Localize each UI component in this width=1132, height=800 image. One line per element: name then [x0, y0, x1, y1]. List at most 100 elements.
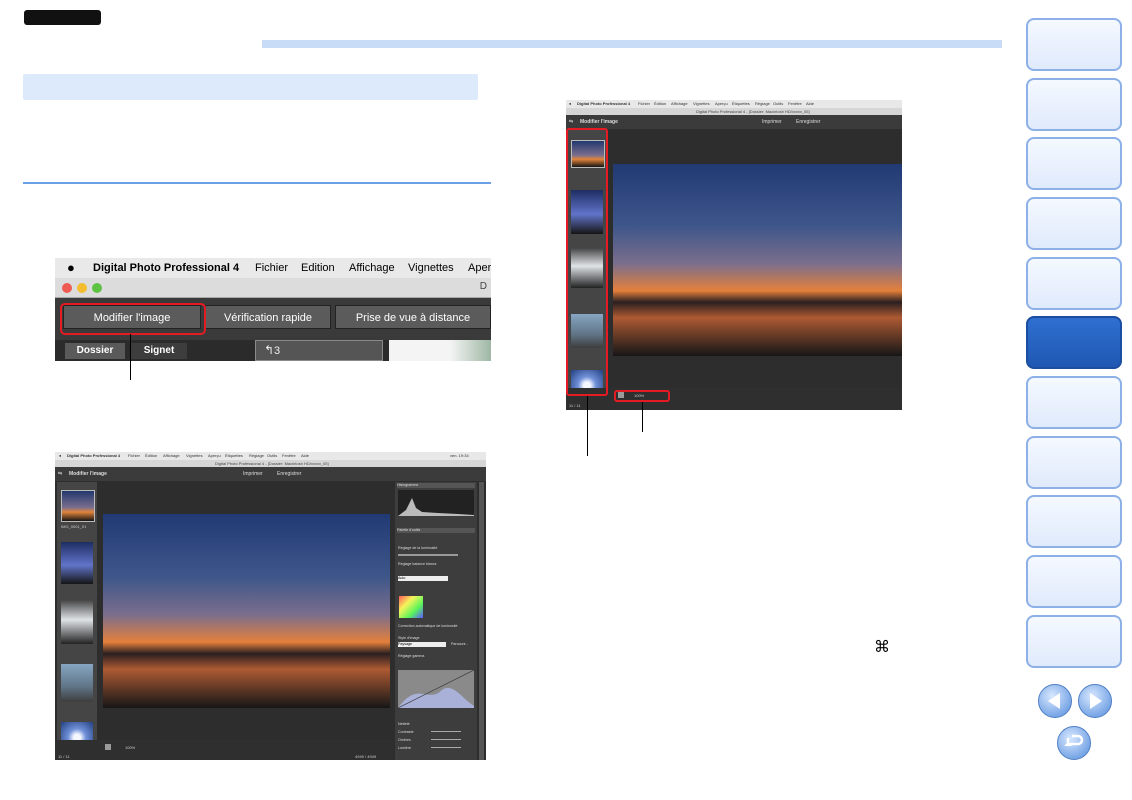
menu-apercu[interactable]: Aper — [468, 262, 491, 274]
tone-curve — [397, 669, 475, 709]
previous-page-button[interactable] — [1038, 684, 1072, 718]
zoom-window-icon[interactable] — [92, 283, 102, 293]
menu-etiquettes-large[interactable]: Étiquettes — [732, 101, 750, 106]
menu-edition-large[interactable]: Édition — [654, 101, 666, 106]
palette-scrollbar[interactable] — [479, 482, 484, 760]
swap-icon-large[interactable]: ⇆ — [569, 119, 573, 125]
tab-bookmark[interactable]: Signet — [131, 343, 187, 359]
command-key-symbol: ⌘ — [874, 639, 890, 656]
menu-app-name-large[interactable]: Digital Photo Professional 4 — [577, 101, 630, 106]
menu-fichier-large[interactable]: Fichier — [638, 101, 650, 106]
menu-app-name-small[interactable]: Digital Photo Professional 4 — [67, 453, 120, 458]
highlight-zoom-controls — [614, 390, 670, 402]
window-title-bar-small: Digital Photo Professional 4 - [Dossier:… — [55, 460, 486, 467]
contrast-slider[interactable] — [431, 731, 461, 732]
thumbnail-1[interactable] — [61, 490, 95, 522]
window-title-small: Digital Photo Professional 4 - [Dossier:… — [215, 461, 329, 466]
tab-remote-shooting[interactable]: Prise de vue à distance — [335, 305, 491, 329]
brightness-label: Réglage de la luminosité — [398, 546, 438, 550]
highlight-edit-tab — [60, 303, 206, 335]
swap-icon[interactable]: ⇆ — [58, 471, 62, 477]
next-page-button[interactable] — [1078, 684, 1112, 718]
nav-tab-5[interactable] — [1026, 257, 1122, 310]
menu-affichage-small[interactable]: Affichage — [163, 453, 180, 458]
histogram-header: Histogramme — [397, 483, 475, 488]
thumbnail-3[interactable] — [61, 600, 93, 644]
image-count-right-small: 4949 / 4949 — [355, 754, 377, 759]
nav-tab-4[interactable] — [1026, 197, 1122, 250]
fit-icon[interactable] — [105, 744, 111, 750]
bottom-toolbar-small: 100% 11 / 11 4949 / 4949 — [55, 740, 393, 760]
menu-reglage-large[interactable]: Réglage — [755, 101, 770, 106]
nav-tab-7[interactable] — [1026, 376, 1122, 429]
menu-vignettes[interactable]: Vignettes — [408, 262, 454, 274]
nav-tab-1[interactable] — [1026, 18, 1122, 71]
image-count-large: 11 / 11 — [569, 403, 581, 408]
highlights-slider[interactable] — [431, 747, 461, 748]
menu-affichage-large[interactable]: Affichage — [671, 101, 688, 106]
tab-folder[interactable]: Dossier — [65, 343, 125, 359]
section-heading-box — [23, 74, 478, 100]
menu-clock-small: ven. 19:34 — [450, 453, 469, 458]
menu-etiquettes-small[interactable]: Étiquettes — [225, 453, 243, 458]
save-button-large[interactable]: Enregistrer — [796, 119, 820, 125]
menu-aide-small[interactable]: Aide — [301, 453, 309, 458]
menu-reglage-small[interactable]: Réglage — [249, 453, 264, 458]
edit-image-label-large[interactable]: Modifier l'image — [580, 119, 618, 125]
brightness-slider[interactable] — [398, 554, 458, 556]
thumbnail-frame: ↰ 3 — [255, 340, 383, 361]
menu-aide-large[interactable]: Aide — [806, 101, 814, 106]
menu-fichier-small[interactable]: Fichier — [128, 453, 140, 458]
menu-outils-large[interactable]: Outils — [773, 101, 783, 106]
edit-window-screenshot: ● Digital Photo Professional 4 Fichier É… — [566, 100, 902, 410]
menu-fichier[interactable]: Fichier — [255, 262, 288, 274]
shadows-slider[interactable] — [431, 739, 461, 740]
menu-edition-small[interactable]: Édition — [145, 453, 157, 458]
menu-outils-small[interactable]: Outils — [267, 453, 277, 458]
minimize-window-icon[interactable] — [77, 283, 87, 293]
picture-style-value: Paysage — [398, 642, 412, 646]
menu-vignettes-small[interactable]: Vignettes — [186, 453, 203, 458]
browse-button[interactable]: Parcourir... — [451, 642, 468, 646]
nav-tab-11[interactable] — [1026, 615, 1122, 668]
window-title-large: Digital Photo Professional 4 - [Dossier:… — [696, 109, 810, 114]
zoom-level-small[interactable]: 100% — [125, 745, 135, 750]
nav-tab-8[interactable] — [1026, 436, 1122, 489]
nav-tab-9[interactable] — [1026, 495, 1122, 548]
return-button[interactable] — [1057, 726, 1091, 760]
menu-fenetre-large[interactable]: Fenêtre — [788, 101, 802, 106]
tab-quick-check[interactable]: Vérification rapide — [205, 305, 331, 329]
edit-image-label-small[interactable]: Modifier l'image — [69, 471, 107, 477]
apple-icon-small: ● — [59, 453, 62, 458]
main-image-preview-large — [613, 164, 902, 356]
tone-curve-graph[interactable] — [397, 669, 475, 709]
menu-edition[interactable]: Edition — [301, 262, 335, 274]
nav-tab-6[interactable] — [1026, 316, 1122, 369]
print-button-large[interactable]: Imprimer — [762, 119, 782, 125]
callout-line-zoom — [642, 402, 643, 432]
mac-menu-bar-large: ● Digital Photo Professional 4 Fichier É… — [566, 100, 902, 108]
return-arrow-icon — [1064, 734, 1084, 746]
menu-affichage[interactable]: Affichage — [349, 262, 395, 274]
histogram-curve — [398, 498, 474, 516]
menu-apercu-large[interactable]: Aperçu — [715, 101, 728, 106]
nav-tab-10[interactable] — [1026, 555, 1122, 608]
nav-tab-3[interactable] — [1026, 137, 1122, 190]
color-wheel[interactable] — [399, 596, 423, 618]
thumbnail-4[interactable] — [61, 664, 93, 702]
thumbnail-2[interactable] — [61, 542, 93, 584]
white-balance-select[interactable]: Auto — [398, 576, 448, 581]
nav-tab-2[interactable] — [1026, 78, 1122, 131]
print-button-small[interactable]: Imprimer — [243, 471, 263, 477]
highlight-thumbnail-strip — [566, 128, 608, 396]
menu-fenetre-small[interactable]: Fenêtre — [282, 453, 296, 458]
folder-tab-row: Dossier Signet ↰ 3 — [55, 340, 491, 361]
menu-apercu-small[interactable]: Aperçu — [208, 453, 221, 458]
histogram-graph — [398, 490, 474, 516]
menu-vignettes-large[interactable]: Vignettes — [693, 101, 710, 106]
thumbnail-strip-small: IMG_0001_01 — [57, 482, 97, 748]
menu-app-name[interactable]: Digital Photo Professional 4 — [93, 262, 239, 274]
picture-style-select[interactable]: Paysage — [398, 642, 446, 647]
close-window-icon[interactable] — [62, 283, 72, 293]
save-button-small[interactable]: Enregistrer — [277, 471, 301, 477]
